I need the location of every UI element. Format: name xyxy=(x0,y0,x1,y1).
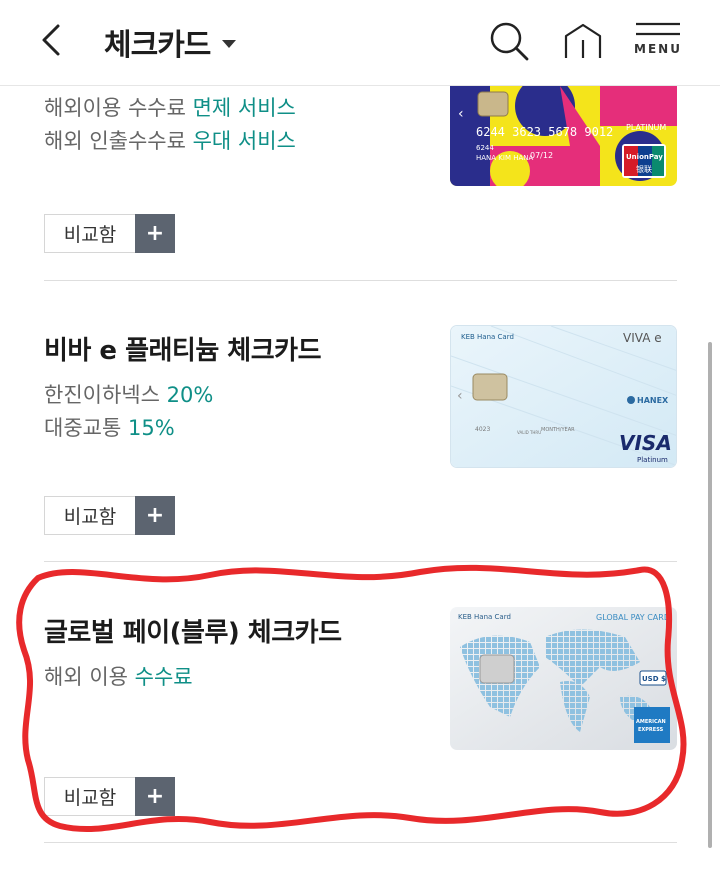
compare-add-button[interactable]: 비교함 + xyxy=(44,496,175,535)
card-image-global-pay[interactable]: KEB Hana Card GLOBAL PAY CARD USD $ AMER… xyxy=(450,607,677,750)
card-art: KEB Hana Card VIVA e ‹ HANEX 4023 MONTH/… xyxy=(451,326,676,467)
compare-add-button[interactable]: 비교함 + xyxy=(44,777,175,816)
svg-text:USD $: USD $ xyxy=(642,675,666,683)
svg-text:KEB Hana Card: KEB Hana Card xyxy=(458,613,511,621)
svg-text:VIVA e: VIVA e xyxy=(623,331,662,345)
svg-text:MONTH/YEAR: MONTH/YEAR xyxy=(541,427,575,433)
card-image-unionpay[interactable]: ‹ 6244 3623 5678 9012 PLATINUM 6244 HANA… xyxy=(450,86,677,186)
back-arrow-icon[interactable] xyxy=(36,22,70,58)
svg-text:Platinum: Platinum xyxy=(637,456,668,464)
svg-text:HANEX: HANEX xyxy=(637,396,669,405)
svg-text:KEB Hana Card: KEB Hana Card xyxy=(461,333,514,341)
card-art: KEB Hana Card GLOBAL PAY CARD USD $ AMER… xyxy=(450,607,677,750)
svg-text:4023: 4023 xyxy=(475,426,490,433)
compare-label: 비교함 xyxy=(44,777,135,816)
compare-label: 비교함 xyxy=(44,214,135,253)
svg-text:UnionPay: UnionPay xyxy=(626,153,663,161)
plus-icon: + xyxy=(135,777,175,816)
card-image-viva-e[interactable]: KEB Hana Card VIVA e ‹ HANEX 4023 MONTH/… xyxy=(450,325,677,468)
menu-button[interactable]: MENU xyxy=(634,22,682,62)
app-header: 체크카드 MENU xyxy=(0,0,720,86)
plus-icon: + xyxy=(135,496,175,535)
item-divider xyxy=(44,280,677,281)
item-divider xyxy=(44,561,677,562)
compare-add-button[interactable]: 비교함 + xyxy=(44,214,175,253)
svg-text:AMERICAN: AMERICAN xyxy=(636,719,666,725)
compare-label: 비교함 xyxy=(44,496,135,535)
svg-text:VISA: VISA xyxy=(619,431,672,455)
plus-icon: + xyxy=(135,214,175,253)
svg-text:GLOBAL PAY CARD: GLOBAL PAY CARD xyxy=(596,613,670,622)
svg-text:PLATINUM: PLATINUM xyxy=(626,123,666,132)
search-icon[interactable] xyxy=(488,20,530,62)
svg-text:EXPRESS: EXPRESS xyxy=(638,727,664,733)
svg-text:VALID THRU: VALID THRU xyxy=(517,430,541,435)
dropdown-caret-icon xyxy=(222,40,237,48)
menu-label: MENU xyxy=(634,42,682,56)
svg-text:07/12: 07/12 xyxy=(530,151,553,160)
svg-text:HANA KIM HANA: HANA KIM HANA xyxy=(476,154,534,162)
item-divider xyxy=(44,842,677,843)
category-dropdown[interactable]: 체크카드 xyxy=(104,20,237,64)
home-icon[interactable] xyxy=(562,20,604,62)
svg-text:‹: ‹ xyxy=(458,106,464,122)
scrollbar[interactable] xyxy=(708,342,712,848)
hamburger-icon xyxy=(636,22,680,36)
svg-text:银联: 银联 xyxy=(636,164,652,174)
svg-text:6244: 6244 xyxy=(476,144,494,152)
svg-text:‹: ‹ xyxy=(457,388,463,404)
svg-text:6244 3623 5678 9012: 6244 3623 5678 9012 xyxy=(476,125,613,139)
card-art: ‹ 6244 3623 5678 9012 PLATINUM 6244 HANA… xyxy=(450,86,677,186)
page-title: 체크카드 xyxy=(104,28,211,63)
